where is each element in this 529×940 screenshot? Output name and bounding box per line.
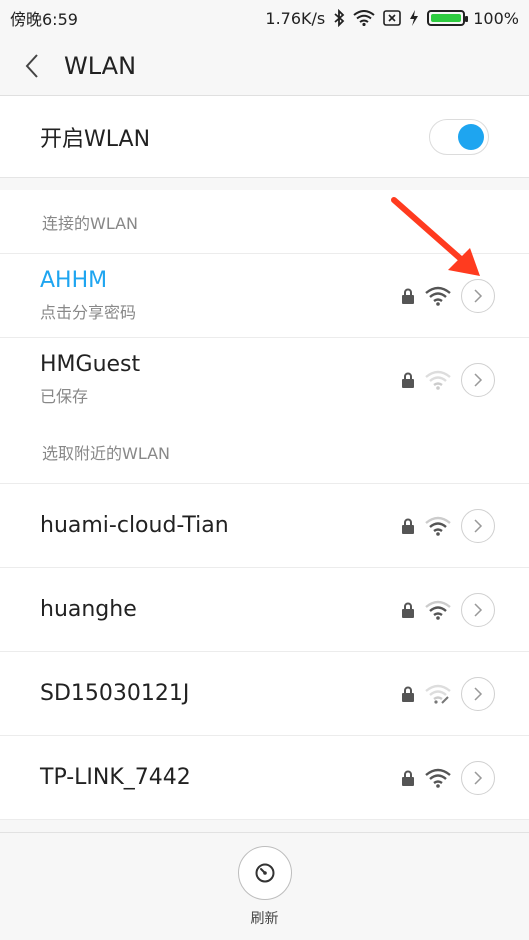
network-detail-button[interactable]	[461, 760, 495, 795]
chevron-right-icon	[474, 602, 483, 617]
network-status: 点击分享密码	[40, 303, 137, 322]
network-name: AHHM	[40, 268, 108, 293]
wifi-signal-icon	[425, 768, 451, 788]
chevron-right-icon	[474, 518, 483, 533]
wlan-toggle-row: 开启WLAN	[0, 96, 529, 178]
title-bar: WLAN	[0, 36, 529, 96]
wlan-toggle-switch[interactable]	[429, 118, 489, 155]
lock-icon	[402, 602, 414, 618]
network-row-tp-link-7442[interactable]: TP-LINK_7442	[0, 736, 529, 820]
chevron-right-icon	[474, 770, 483, 785]
section-header-nearby: 选取附近的WLAN	[0, 420, 529, 484]
bluetooth-icon	[334, 9, 345, 27]
network-name: huanghe	[40, 597, 137, 622]
wifi-link-icon	[425, 684, 451, 704]
refresh-icon	[255, 863, 274, 882]
lock-icon	[402, 372, 414, 388]
network-name: SD15030121J	[40, 681, 190, 706]
network-detail-button[interactable]	[461, 676, 495, 711]
wifi-signal-icon	[425, 286, 451, 306]
back-button[interactable]	[0, 36, 64, 96]
status-right: 1.76K/s 100%	[265, 9, 519, 28]
refresh-button[interactable]	[237, 845, 292, 900]
lock-icon	[402, 770, 414, 786]
network-row-sd15030121j[interactable]: SD15030121J	[0, 652, 529, 736]
network-name: HMGuest	[40, 352, 141, 377]
wifi-signal-icon	[425, 370, 451, 390]
network-status: 已保存	[40, 387, 89, 406]
battery-fill	[431, 14, 462, 22]
refresh-label: 刷新	[250, 910, 279, 927]
battery-icon	[427, 10, 469, 26]
wifi-signal-icon	[425, 600, 451, 620]
status-time: 傍晚6:59	[10, 10, 78, 29]
wifi-icon	[353, 10, 375, 26]
nearby-section: 选取附近的WLAN huami-cloud-Tian huanghe SD150…	[0, 420, 529, 820]
chevron-right-icon	[474, 288, 483, 303]
network-name: huami-cloud-Tian	[40, 513, 229, 538]
back-icon	[25, 53, 38, 78]
network-row-hmguest[interactable]: HMGuest 已保存	[0, 338, 529, 422]
lock-icon	[402, 288, 414, 304]
network-row-huami-cloud-tian[interactable]: huami-cloud-Tian	[0, 484, 529, 568]
network-row-huanghe[interactable]: huanghe	[0, 568, 529, 652]
wlan-toggle-label: 开启WLAN	[40, 126, 151, 152]
status-bar: 傍晚6:59 1.76K/s 100%	[0, 0, 529, 36]
wlan-toggle-knob	[458, 123, 484, 150]
network-detail-button[interactable]	[461, 592, 495, 627]
network-detail-button[interactable]	[461, 508, 495, 543]
lock-icon	[402, 518, 414, 534]
chevron-right-icon	[474, 372, 483, 387]
close-box-icon	[383, 10, 402, 26]
battery-percent: 100%	[473, 8, 519, 28]
chevron-right-icon	[474, 686, 483, 701]
annotation-arrow	[391, 197, 480, 276]
network-speed: 1.76K/s	[265, 8, 326, 28]
bottom-bar: 刷新	[0, 832, 529, 940]
lock-icon	[402, 686, 414, 702]
wifi-signal-icon	[425, 516, 451, 536]
charging-icon	[410, 10, 419, 26]
network-name: TP-LINK_7442	[40, 765, 191, 790]
network-detail-button[interactable]	[461, 362, 495, 397]
page-title: WLAN	[64, 51, 137, 80]
